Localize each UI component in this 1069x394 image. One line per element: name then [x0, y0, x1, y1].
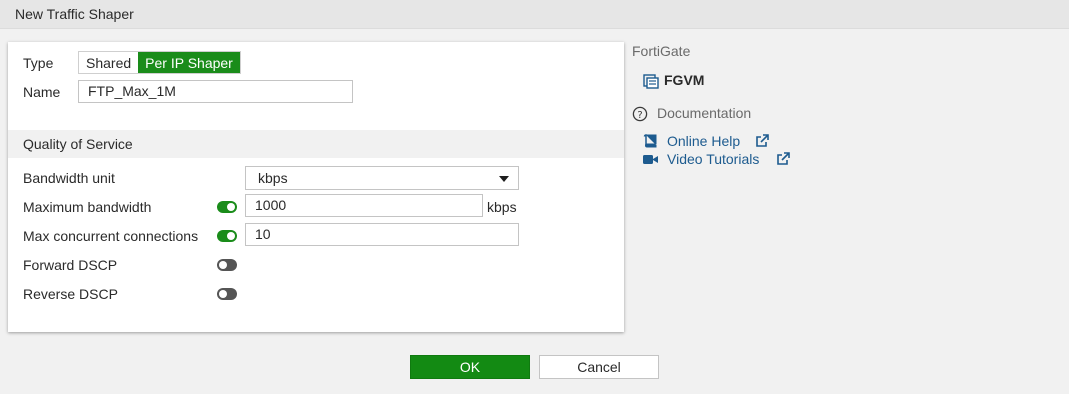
forward-dscp-label: Forward DSCP	[23, 257, 118, 273]
type-option-per-ip-shaper[interactable]: Per IP Shaper	[138, 52, 240, 73]
type-label: Type	[23, 55, 54, 71]
max-connections-label: Max concurrent connections	[23, 228, 199, 244]
qos-section-header: Quality of Service	[8, 130, 624, 158]
book-icon	[643, 134, 657, 148]
external-link-icon	[777, 152, 790, 165]
video-camera-icon	[643, 155, 658, 164]
max-connections-toggle[interactable]	[217, 230, 237, 242]
max-connections-input[interactable]: 10	[245, 223, 519, 246]
toggle-knob	[219, 261, 227, 269]
type-segmented-control: Shared Per IP Shaper	[78, 51, 241, 74]
max-bandwidth-toggle[interactable]	[217, 201, 237, 213]
reverse-dscp-label: Reverse DSCP	[23, 286, 118, 302]
video-tutorials-label: Video Tutorials	[667, 151, 760, 167]
fortigate-header: FortiGate	[632, 43, 690, 59]
max-bandwidth-unit: kbps	[487, 199, 517, 215]
ok-button[interactable]: OK	[410, 355, 530, 379]
qos-section-title: Quality of Service	[23, 136, 133, 152]
device-name: FGVM	[664, 72, 705, 88]
bandwidth-unit-value: kbps	[258, 170, 288, 186]
form-panel: Type Shared Per IP Shaper Name FTP_Max_1…	[8, 42, 624, 332]
device-icon	[643, 74, 659, 89]
svg-text:?: ?	[637, 110, 642, 121]
max-bandwidth-input[interactable]: 1000	[245, 194, 483, 217]
reverse-dscp-toggle[interactable]	[217, 288, 237, 300]
forward-dscp-toggle[interactable]	[217, 259, 237, 271]
dialog-title: New Traffic Shaper	[15, 6, 134, 22]
documentation-label: Documentation	[657, 105, 752, 121]
dialog-titlebar: New Traffic Shaper	[0, 0, 1069, 29]
chevron-down-icon	[499, 176, 509, 182]
toggle-knob	[227, 232, 235, 240]
online-help-label: Online Help	[667, 133, 741, 149]
bandwidth-unit-label: Bandwidth unit	[23, 170, 115, 186]
external-link-icon	[756, 134, 769, 147]
toggle-knob	[219, 290, 227, 298]
question-circle-icon: ?	[632, 106, 648, 122]
toggle-knob	[227, 203, 235, 211]
type-option-shared[interactable]: Shared	[79, 52, 139, 73]
max-bandwidth-label: Maximum bandwidth	[23, 199, 152, 215]
name-input[interactable]: FTP_Max_1M	[78, 80, 353, 103]
bandwidth-unit-select[interactable]: kbps	[245, 166, 519, 190]
name-label: Name	[23, 84, 61, 100]
fortigate-header-label: FortiGate	[632, 43, 691, 59]
cancel-button[interactable]: Cancel	[539, 355, 659, 379]
